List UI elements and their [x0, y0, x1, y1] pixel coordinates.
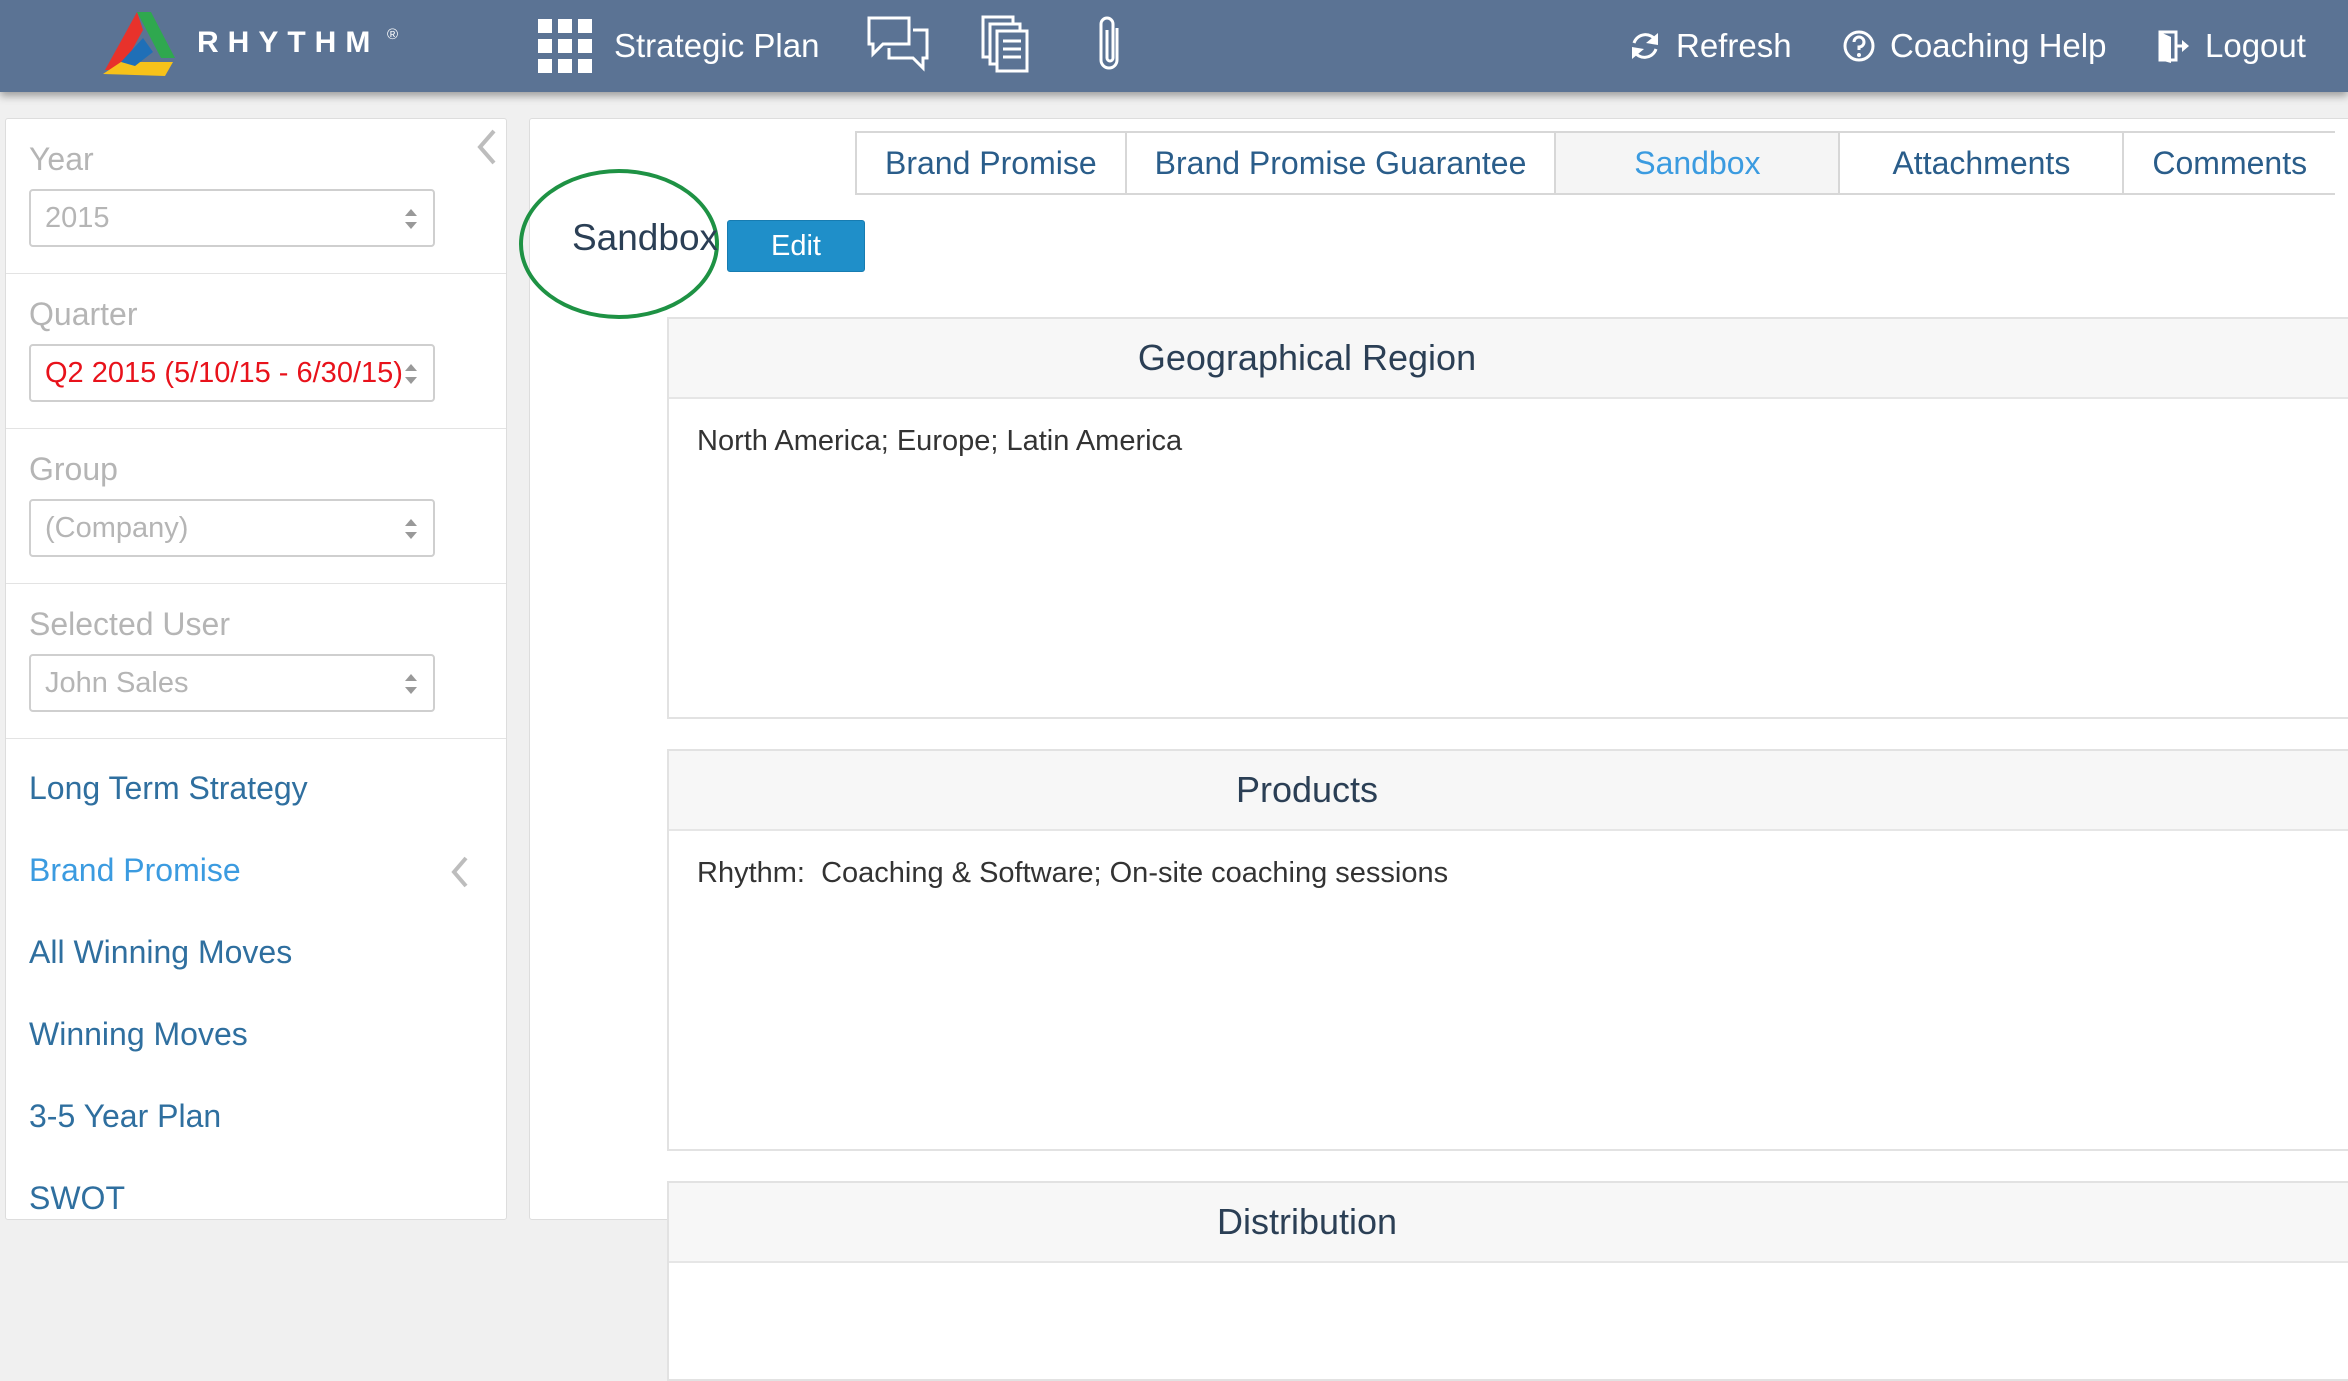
card-title: Distribution	[669, 1183, 2348, 1263]
tab-bar: Brand Promise Brand Promise Guarantee Sa…	[855, 131, 2336, 195]
top-bar: RHYTHM ® Strategic Plan Refresh Coaching…	[0, 0, 2348, 92]
sidebar-item-long-term-strategy[interactable]: Long Term Strategy	[6, 747, 506, 829]
logout-icon	[2158, 30, 2189, 63]
refresh-label: Refresh	[1676, 27, 1792, 64]
geographical-region-card: Geographical Region North America; Europ…	[667, 317, 2348, 719]
card-title: Products	[669, 751, 2348, 831]
select-arrows-icon	[405, 209, 417, 229]
sidebar-item-label: Brand Promise	[29, 852, 241, 888]
sidebar: Year 2015 Quarter Q2 2015 (5/10/15 - 6/3…	[5, 118, 507, 1220]
coaching-help-button[interactable]: Coaching Help	[1842, 0, 2106, 92]
year-select[interactable]: 2015	[29, 189, 435, 247]
tab-brand-promise[interactable]: Brand Promise	[855, 131, 1125, 195]
registered-mark: ®	[387, 26, 399, 43]
distribution-card: Distribution	[667, 1181, 2348, 1381]
selected-user-select[interactable]: John Sales	[29, 654, 435, 712]
chat-icon[interactable]	[865, 14, 931, 72]
strategic-plan-menu[interactable]: Strategic Plan	[538, 0, 819, 92]
logout-label: Logout	[2205, 27, 2306, 64]
selected-user-value: John Sales	[45, 667, 189, 699]
page-title: Sandbox	[571, 217, 719, 258]
sidebar-item-winning-moves[interactable]: Winning Moves	[6, 993, 506, 1075]
tab-attachments[interactable]: Attachments	[1838, 131, 2123, 195]
selected-user-label: Selected User	[29, 606, 230, 642]
coaching-help-label: Coaching Help	[1890, 27, 2107, 64]
brand-name: RHYTHM	[197, 26, 380, 59]
chevron-left-icon	[451, 856, 468, 888]
quarter-filter: Quarter Q2 2015 (5/10/15 - 6/30/15)	[6, 274, 506, 429]
group-value: (Company)	[45, 512, 189, 544]
help-icon	[1843, 30, 1875, 62]
group-filter: Group (Company)	[6, 429, 506, 584]
group-label: Group	[29, 451, 118, 487]
group-select[interactable]: (Company)	[29, 499, 435, 557]
sidebar-item-brand-promise[interactable]: Brand Promise	[6, 829, 506, 911]
edit-button[interactable]: Edit	[727, 220, 865, 272]
documents-icon[interactable]	[980, 14, 1032, 74]
grid-icon	[538, 19, 592, 73]
card-body: Rhythm: Coaching & Software; On-site coa…	[697, 857, 1449, 889]
card-body: North America; Europe; Latin America	[697, 425, 1183, 457]
select-arrows-icon	[405, 364, 417, 384]
sidebar-item-all-winning-moves[interactable]: All Winning Moves	[6, 911, 506, 993]
rhythm-logo-icon[interactable]	[95, 8, 179, 80]
quarter-select[interactable]: Q2 2015 (5/10/15 - 6/30/15)	[29, 344, 435, 402]
sidebar-item-3-5-year-plan[interactable]: 3-5 Year Plan	[6, 1075, 506, 1157]
quarter-value: Q2 2015 (5/10/15 - 6/30/15)	[45, 357, 403, 389]
sidebar-item-swot[interactable]: SWOT	[6, 1157, 506, 1239]
card-title: Geographical Region	[669, 319, 2348, 399]
select-arrows-icon	[405, 519, 417, 539]
strategic-plan-label: Strategic Plan	[614, 27, 820, 64]
main-panel: Brand Promise Brand Promise Guarantee Sa…	[519, 118, 2348, 1381]
sidebar-nav: Long Term Strategy Brand Promise All Win…	[6, 747, 506, 1239]
products-card: Products Rhythm: Coaching & Software; On…	[667, 749, 2348, 1151]
logout-button[interactable]: Logout	[2157, 0, 2306, 92]
tab-sandbox[interactable]: Sandbox	[1554, 131, 1839, 195]
selected-user-filter: Selected User John Sales	[6, 584, 506, 739]
year-filter: Year 2015	[6, 119, 506, 274]
year-label: Year	[29, 141, 94, 177]
select-arrows-icon	[405, 674, 417, 694]
refresh-icon	[1632, 33, 1658, 59]
quarter-label: Quarter	[29, 296, 138, 332]
tab-brand-promise-guarantee[interactable]: Brand Promise Guarantee	[1124, 131, 1555, 195]
paperclip-icon[interactable]	[1093, 14, 1127, 76]
year-value: 2015	[45, 202, 110, 234]
tab-comments[interactable]: Comments	[2122, 131, 2336, 195]
refresh-button[interactable]: Refresh	[1628, 0, 1792, 92]
